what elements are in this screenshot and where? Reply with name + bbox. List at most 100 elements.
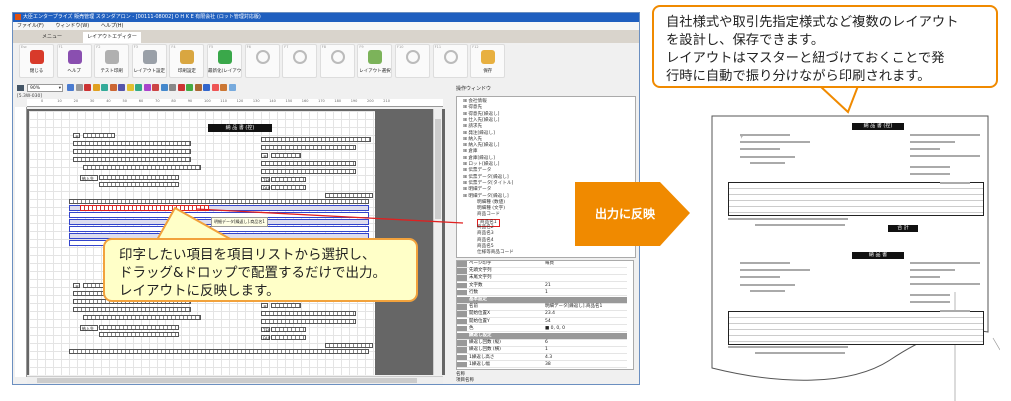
property-value[interactable]: 4.3: [545, 355, 552, 361]
toolbar-button-disabled-f10[interactable]: F10: [395, 44, 430, 78]
tab-menu[interactable]: メニュー: [23, 32, 81, 43]
tree-item[interactable]: ⊞ 仕入先[繰返し]: [463, 118, 499, 124]
property-section[interactable]: 基本設定: [457, 297, 627, 304]
doc-title-field[interactable]: 納 品 書 (控): [208, 124, 272, 132]
table-header[interactable]: [69, 199, 369, 204]
draw-tool-icon[interactable]: [220, 84, 227, 91]
tree-item[interactable]: ⊞ 得意先[繰返し]: [463, 112, 499, 118]
property-row[interactable]: 1繰返し高さ 4.3: [457, 354, 627, 362]
property-value[interactable]: 1: [545, 290, 548, 296]
draw-tool-icon[interactable]: [126, 84, 134, 91]
property-value[interactable]: 23.4: [545, 311, 555, 317]
draw-tool-icon[interactable]: [143, 84, 151, 91]
tab-layout-editor[interactable]: レイアウトエディター: [83, 32, 141, 43]
field[interactable]: [325, 343, 373, 348]
property-row[interactable]: ページ印字 毎頁: [457, 261, 627, 268]
tree-item[interactable]: 商品名3: [477, 231, 494, 237]
property-value[interactable]: 1: [545, 347, 548, 353]
draw-tool-icon[interactable]: [84, 84, 91, 91]
tree-item[interactable]: 商品名5: [477, 244, 494, 250]
toolbar-button-f4[interactable]: F4 印刷設定: [169, 44, 205, 78]
tree-item[interactable]: ⊞ 倉庫: [463, 149, 478, 155]
field[interactable]: [271, 327, 306, 332]
vertical-scrollbar[interactable]: [433, 109, 442, 375]
address-field[interactable]: [83, 165, 201, 170]
draw-tool-icon[interactable]: [101, 84, 108, 91]
property-value[interactable]: 38: [545, 362, 551, 368]
tree-item[interactable]: ⊞ 明細データ: [463, 187, 491, 193]
toolbar-button-f2[interactable]: F2 テスト印刷: [94, 44, 130, 78]
item-tree[interactable]: ⊞ 会社情報 ⊞ 得意先 ⊞ 得意先[繰返し] ⊞ 仕入先[繰返し] ⊞ 請求先 ⊞ 発注…: [456, 96, 636, 258]
field[interactable]: [261, 319, 356, 324]
tree-item[interactable]: ⊞ 請求先: [463, 124, 482, 130]
address-field[interactable]: [73, 141, 191, 146]
draw-tool-icon[interactable]: [211, 84, 219, 91]
draw-tool-icon[interactable]: [177, 84, 185, 91]
field[interactable]: [99, 182, 179, 187]
draw-tool-icon[interactable]: [152, 84, 159, 91]
tree-item[interactable]: ⊞ 伝票データ[タイトル]: [463, 181, 513, 187]
property-row[interactable]: 文字数 21: [457, 282, 627, 290]
delivery-label[interactable]: 納入先: [80, 175, 98, 181]
address-field[interactable]: [73, 149, 191, 154]
field[interactable]: [261, 169, 356, 174]
field[interactable]: [261, 161, 356, 166]
fax-label[interactable]: FAX: [261, 185, 270, 191]
tree-item[interactable]: ⊞ 得意先: [463, 105, 482, 111]
property-value[interactable]: 21: [545, 283, 551, 289]
draw-tool-icon[interactable]: [75, 84, 83, 91]
field[interactable]: [271, 335, 306, 340]
menu-help[interactable]: ヘルプ(H): [101, 23, 124, 29]
toolbar-button-f5[interactable]: F5 最新化(レイアウト): [207, 44, 242, 78]
postal-label[interactable]: 〒: [261, 153, 268, 159]
toolbar-button-disabled-f11[interactable]: F11: [432, 44, 468, 78]
menu-window[interactable]: ウィンドウ(W): [55, 23, 89, 29]
field[interactable]: [261, 137, 371, 142]
property-grid[interactable]: ページ印字 毎頁 先頭文字列 末尾文字列 文字数 21 行数 1 基本設定 名前 明細データ[繰返し…: [456, 260, 634, 370]
field[interactable]: [325, 193, 373, 198]
draw-tool-icon[interactable]: [160, 84, 168, 91]
property-row[interactable]: 1繰返し幅 38: [457, 361, 627, 369]
tel-label[interactable]: TEL: [261, 327, 270, 333]
draw-tool-icon[interactable]: [67, 84, 74, 91]
field[interactable]: [271, 177, 306, 182]
table-header[interactable]: [69, 349, 369, 354]
menu-file[interactable]: ファイル(F): [17, 23, 44, 29]
field[interactable]: [99, 175, 179, 180]
property-value[interactable]: 6: [545, 340, 548, 346]
field[interactable]: [271, 303, 301, 308]
field[interactable]: [99, 325, 179, 330]
draw-tool-icon[interactable]: [194, 84, 202, 91]
field[interactable]: [261, 311, 356, 316]
address-field[interactable]: [73, 307, 191, 312]
field[interactable]: [271, 185, 306, 190]
property-row[interactable]: 繰返し回数 (縦) 6: [457, 340, 627, 347]
toolbar-button-f9[interactable]: F9 レイアウト選択: [357, 44, 393, 78]
tree-item[interactable]: ⊞ 納入先: [463, 137, 482, 143]
toolbar-button-esc[interactable]: Esc 閉じる: [19, 44, 54, 78]
draw-tool-icon[interactable]: [228, 84, 236, 91]
draw-tool-icon[interactable]: [186, 84, 193, 91]
toolbar-button-f1[interactable]: F1 ヘルプ: [56, 44, 92, 78]
selected-field-product-name1[interactable]: [80, 205, 209, 211]
property-value[interactable]: ■ 0, 0, 0: [545, 326, 565, 332]
tree-item[interactable]: 商品コード: [477, 212, 500, 218]
field[interactable]: [261, 145, 356, 150]
postal-label[interactable]: 〒: [73, 283, 80, 289]
grid-icon[interactable]: [17, 85, 24, 91]
property-row[interactable]: 先頭文字列: [457, 268, 627, 275]
toolbar-button-f3[interactable]: F3 レイアウト設定: [131, 44, 167, 78]
postal-label[interactable]: 〒: [261, 303, 268, 309]
field[interactable]: [99, 332, 179, 337]
tree-item[interactable]: ⊞ 明細データ[繰返し]: [463, 194, 509, 200]
tree-item[interactable]: 仕様等商品コード: [477, 250, 514, 256]
property-row[interactable]: 色 ■ 0, 0, 0: [457, 325, 627, 333]
field[interactable]: [271, 153, 301, 158]
property-section[interactable]: 繰返し設定: [457, 333, 627, 340]
draw-tool-icon[interactable]: [169, 84, 176, 91]
draw-tool-icon[interactable]: [92, 84, 100, 91]
draw-tool-icon[interactable]: [109, 84, 117, 91]
tel-label[interactable]: TEL: [261, 177, 270, 183]
property-row[interactable]: 開始位置Y 54: [457, 318, 627, 326]
address-field[interactable]: [83, 315, 201, 320]
